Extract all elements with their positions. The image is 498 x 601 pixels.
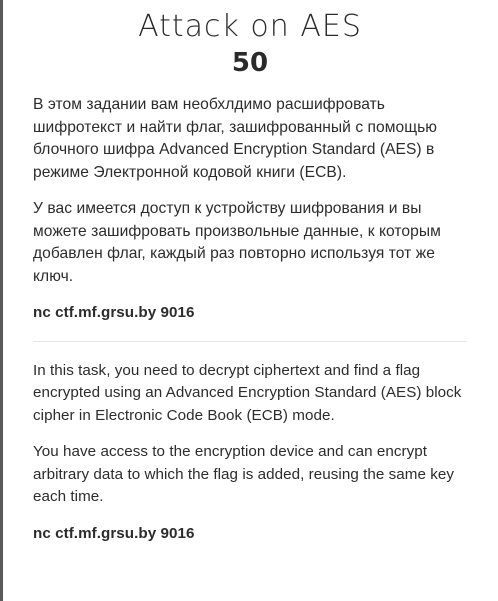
- language-divider: [33, 340, 467, 342]
- left-border: [0, 0, 3, 601]
- challenge-title: Attack on AES: [138, 9, 362, 44]
- connection-command-ru[interactable]: nc ctf.mf.grsu.by 9016: [33, 302, 467, 325]
- description-ru-paragraph-1: В этом задании вам необхлдимо расшифрова…: [33, 96, 438, 181]
- description-en-paragraph-1: In this task, you need to decrypt cipher…: [33, 361, 462, 424]
- description-en-paragraph-2: You have access to the encryption device…: [33, 443, 455, 505]
- challenge-description: В этом задании вам необхлдимо расшифрова…: [33, 94, 467, 545]
- connection-command-en[interactable]: nc ctf.mf.grsu.by 9016: [33, 523, 467, 546]
- challenge-card: Attack on AES 50 В этом задании вам необ…: [33, 0, 467, 561]
- challenge-points: 50: [231, 48, 269, 78]
- description-ru-paragraph-2: У вас имеется доступ к устройству шифров…: [33, 200, 441, 285]
